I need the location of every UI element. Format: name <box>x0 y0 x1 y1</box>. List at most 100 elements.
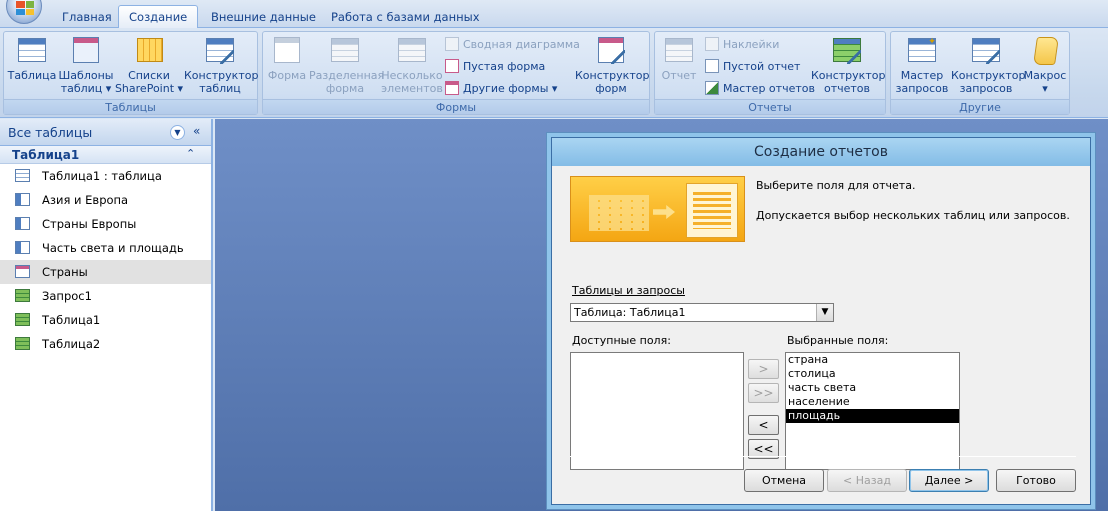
group-label-tables: Таблицы <box>4 99 257 114</box>
table-templates-icon <box>73 37 99 63</box>
navigation-pane-header[interactable]: Все таблицы ▼ « <box>0 119 211 146</box>
office-logo-icon <box>16 1 34 15</box>
selected-fields-list[interactable]: страна столица часть света население пло… <box>785 352 960 470</box>
blank-report-button[interactable]: Пустой отчет <box>705 57 800 77</box>
add-field-button[interactable]: > <box>748 359 779 379</box>
remove-field-button[interactable]: < <box>748 415 779 435</box>
tab-create[interactable]: Создание <box>118 5 199 29</box>
nav-item[interactable]: Запрос1 <box>0 284 211 308</box>
report-wizard-button[interactable]: Мастер отчетов <box>705 79 815 99</box>
nav-item[interactable]: Таблица1 <box>0 308 211 332</box>
form-button[interactable]: Форма <box>265 36 309 82</box>
form-designer-button[interactable]: Конструктор форм <box>575 36 649 95</box>
query-icon <box>15 217 30 230</box>
chevron-down-icon[interactable]: ▼ <box>816 304 833 321</box>
group-label-reports: Отчеты <box>655 99 885 114</box>
wizard-banner-icon <box>570 176 745 242</box>
more-forms-icon <box>445 81 459 95</box>
blank-report-icon <box>705 59 719 73</box>
cancel-button[interactable]: Отмена <box>744 469 824 492</box>
report-designer-button[interactable]: Конструктор отчетов <box>811 36 885 95</box>
wizard-prompt-1: Выберите поля для отчета. <box>756 179 916 192</box>
nav-item[interactable]: Страны Европы <box>0 212 211 236</box>
query-icon <box>15 193 30 206</box>
report-button[interactable]: Отчет <box>657 36 701 82</box>
split-form-icon <box>331 38 359 62</box>
ribbon: Таблица Шаблоны таблиц ▾ Списки SharePoi… <box>0 28 1108 118</box>
tables-queries-select[interactable]: Таблица: Таблица1 ▼ <box>570 303 834 322</box>
nav-group-title: Таблица1 <box>12 148 80 162</box>
nav-group-table1[interactable]: Таблица1 ⌃ <box>0 146 211 164</box>
next-button[interactable]: Далее > <box>909 469 989 492</box>
sharepoint-list-icon <box>137 38 163 62</box>
group-forms: Форма Разделенная форма Несколько элемен… <box>262 31 650 115</box>
group-label-other: Другие <box>891 99 1069 114</box>
list-item[interactable]: часть света <box>786 381 959 395</box>
arrow-right-icon <box>653 205 675 219</box>
report-icon <box>15 289 30 302</box>
list-item-selected[interactable]: площадь <box>786 409 959 423</box>
table-templates-button[interactable]: Шаблоны таблиц ▾ <box>58 36 114 95</box>
available-fields-list[interactable] <box>570 352 744 470</box>
table-icon <box>15 169 30 182</box>
labels-icon <box>705 37 719 51</box>
back-button[interactable]: < Назад <box>827 469 907 492</box>
split-form-button[interactable]: Разделенная форма <box>309 36 384 95</box>
pivot-chart-button[interactable]: Сводная диаграмма <box>445 35 580 55</box>
nav-item-selected[interactable]: Страны <box>0 260 211 284</box>
tab-external-data[interactable]: Внешние данные <box>201 6 326 28</box>
chevron-up-icon[interactable]: ⌃ <box>186 147 195 160</box>
list-item[interactable]: население <box>786 395 959 409</box>
wizard-prompt-2: Допускается выбор нескольких таблиц или … <box>756 209 1070 222</box>
dialog-separator <box>570 456 1076 457</box>
tables-queries-label: Таблицы и запросы <box>572 284 685 297</box>
blank-form-button[interactable]: Пустая форма <box>445 57 545 77</box>
report-icon <box>665 38 693 62</box>
more-forms-button[interactable]: Другие формы ▾ <box>445 79 557 99</box>
pivot-chart-icon <box>445 37 459 51</box>
table-designer-button[interactable]: Конструктор таблиц <box>184 36 258 95</box>
group-tables: Таблица Шаблоны таблиц ▾ Списки SharePoi… <box>3 31 258 115</box>
navigation-pane-title: Все таблицы <box>8 125 93 140</box>
tab-database-tools[interactable]: Работа с базами данных <box>321 6 490 28</box>
sharepoint-lists-button[interactable]: Списки SharePoint ▾ <box>114 36 184 95</box>
list-item[interactable]: столица <box>786 367 959 381</box>
available-fields-label: Доступные поля: <box>572 334 671 347</box>
group-reports: Отчет Наклейки Пустой отчет Мастер отчет… <box>654 31 886 115</box>
query-icon <box>15 241 30 254</box>
macro-scroll-icon <box>1033 37 1059 65</box>
form-icon <box>274 37 300 63</box>
form-icon <box>15 265 30 278</box>
tab-home[interactable]: Главная <box>52 6 122 28</box>
list-item[interactable]: страна <box>786 353 959 367</box>
office-button[interactable] <box>6 0 42 24</box>
dialog-title: Создание отчетов <box>552 138 1090 166</box>
nav-item[interactable]: Таблица2 <box>0 332 211 356</box>
collapse-pane-icon[interactable]: « <box>193 124 200 138</box>
multiple-items-button[interactable]: Несколько элементов <box>381 36 443 95</box>
table-icon <box>18 38 46 62</box>
nav-item[interactable]: Часть света и площадь <box>0 236 211 260</box>
selected-fields-label: Выбранные поля: <box>787 334 889 347</box>
chevron-down-icon[interactable]: ▼ <box>170 125 185 140</box>
ribbon-tab-bar: Главная Создание Внешние данные Работа с… <box>0 0 1108 29</box>
add-all-fields-button[interactable]: >> <box>748 383 779 403</box>
nav-item[interactable]: Азия и Европа <box>0 188 211 212</box>
labels-button[interactable]: Наклейки <box>705 35 779 55</box>
multiple-items-icon <box>398 38 426 62</box>
table-button[interactable]: Таблица <box>6 36 58 82</box>
query-designer-button[interactable]: Конструктор запросов <box>951 36 1025 95</box>
finish-button[interactable]: Готово <box>996 469 1076 492</box>
report-wizard-icon <box>705 81 719 95</box>
report-wizard-dialog: Создание отчетов Выберите поля для отчет… <box>551 137 1091 505</box>
blank-form-icon <box>445 59 459 73</box>
dialog-body: Выберите поля для отчета. Допускается вы… <box>552 166 1090 504</box>
report-icon <box>15 313 30 326</box>
nav-item[interactable]: Таблица1 : таблица <box>0 164 211 188</box>
report-page-icon <box>686 183 738 238</box>
group-other: ✦ Мастер запросов Конструктор запросов М… <box>890 31 1070 115</box>
navigation-pane: Все таблицы ▼ « Таблица1 ⌃ Таблица1 : та… <box>0 119 213 511</box>
macro-button[interactable]: Макрос ▾ <box>1021 36 1069 95</box>
group-label-forms: Формы <box>263 99 649 114</box>
query-wizard-button[interactable]: ✦ Мастер запросов <box>893 36 951 95</box>
